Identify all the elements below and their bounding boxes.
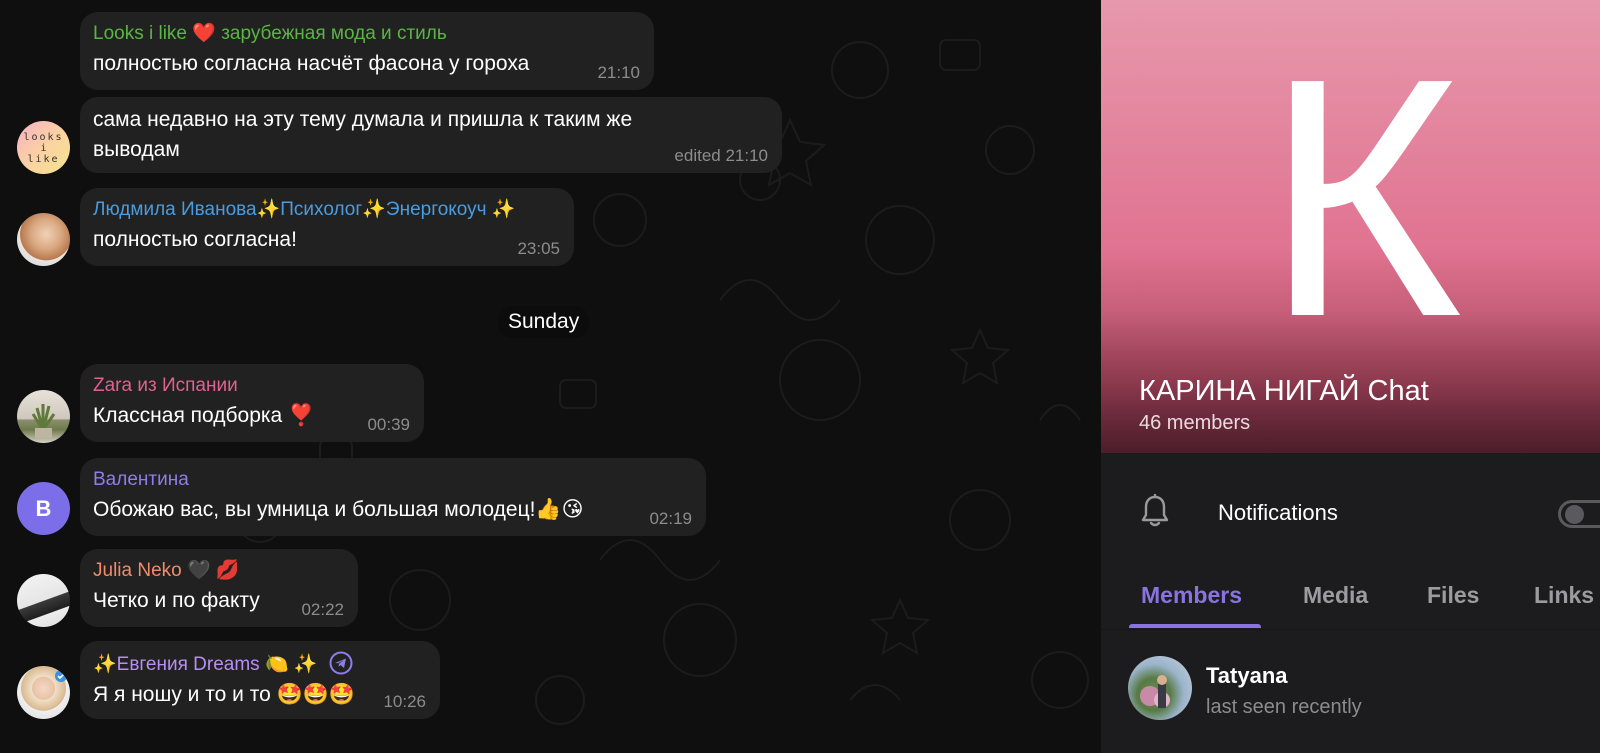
active-tab-indicator (1129, 624, 1261, 628)
message-bubble[interactable]: сама недавно на эту тему думала и пришла… (80, 97, 782, 173)
message-sender[interactable]: Zara из Испании (93, 374, 412, 397)
plant-icon (31, 404, 56, 438)
message-sender[interactable]: Валентина (93, 468, 694, 491)
member-row[interactable]: Tatyana last seen recently (1101, 636, 1600, 722)
message-text: полностью согласна! (93, 228, 297, 251)
message-sender[interactable]: Looks i like ❤️ зарубежная мода и стиль (93, 22, 642, 45)
members-list: Tatyana last seen recently (1101, 636, 1600, 722)
looks-logo-icon: looks i like (23, 132, 63, 165)
info-tabs: Members Media Files Links (1101, 570, 1600, 630)
members-count: 46 members (1139, 412, 1251, 434)
telegram-premium-icon (329, 651, 353, 675)
message-text: Классная подборка ❣️ (93, 404, 315, 427)
chat-info-panel: К КАРИНА НИГАЙ Chat 46 members Notificat… (1100, 0, 1600, 753)
svg-text:like: like (27, 154, 59, 165)
message-sender[interactable]: Julia Neko 🖤 💋 (93, 559, 346, 582)
message-bubble[interactable]: Looks i like ❤️ зарубежная мода и стиль … (80, 12, 654, 90)
tab-links[interactable]: Links (1534, 582, 1594, 609)
toggle-knob (1565, 505, 1584, 524)
bell-icon (1141, 494, 1169, 527)
sender-name[interactable]: ✨Евгения Dreams 🍋 ✨ (93, 654, 318, 675)
message-text: Обожаю вас, вы умница и большая молодец!… (93, 498, 584, 521)
day-divider: Sunday (498, 306, 590, 338)
message-bubble[interactable]: Zara из Испании Классная подборка ❣️ 00:… (80, 364, 424, 442)
telegram-window: Looks i like ❤️ зарубежная мода и стиль … (0, 0, 1600, 753)
message-time: 02:19 (649, 509, 692, 528)
group-avatar-hero[interactable]: К КАРИНА НИГАЙ Chat 46 members (1101, 0, 1600, 453)
tab-media[interactable]: Media (1303, 582, 1368, 609)
tab-files[interactable]: Files (1427, 582, 1479, 609)
avatar-valentina[interactable]: В (17, 482, 70, 535)
message-time: 00:39 (367, 415, 410, 434)
avatar-letter: В (35, 495, 52, 521)
avatar-evgenia[interactable] (17, 666, 70, 719)
message-text: сама недавно на эту тему думала и пришла… (93, 108, 633, 161)
message-time: 21:10 (597, 63, 640, 82)
message-text: полностью согласна насчёт фасона у горох… (93, 52, 530, 75)
message-time: edited 21:10 (674, 146, 768, 165)
avatar-looks-i-like[interactable]: looks i like (17, 121, 70, 174)
tab-members[interactable]: Members (1141, 582, 1242, 609)
notifications-row[interactable]: Notifications (1101, 488, 1600, 538)
message-bubble[interactable]: Людмила Иванова✨Психолог✨Энергокоуч ✨ по… (80, 188, 574, 266)
notifications-label: Notifications (1218, 500, 1338, 525)
member-status: last seen recently (1206, 696, 1362, 718)
member-photo (1140, 675, 1170, 708)
message-bubble[interactable]: ✨Евгения Dreams 🍋 ✨ Я я ношу и то и то 🤩… (80, 641, 440, 719)
message-text: Я я ношу и то и то 🤩🤩🤩 (93, 683, 356, 706)
avatar-julia[interactable] (17, 574, 70, 627)
svg-text:looks: looks (23, 132, 63, 143)
message-sender[interactable]: Людмила Иванова✨Психолог✨Энергокоуч ✨ (93, 198, 562, 221)
message-bubble[interactable]: Julia Neko 🖤 💋 Четко и по факту 02:22 (80, 549, 358, 627)
svg-text:i: i (40, 143, 46, 154)
message-time: 02:22 (301, 600, 344, 619)
group-title: КАРИНА НИГАЙ Chat (1139, 375, 1429, 407)
avatar-lyudmila[interactable] (17, 213, 70, 266)
message-bubble[interactable]: Валентина Обожаю вас, вы умница и больша… (80, 458, 706, 536)
avatar-zara[interactable] (17, 390, 70, 443)
message-time: 23:05 (517, 239, 560, 258)
member-name: Tatyana (1206, 663, 1288, 688)
notifications-toggle[interactable] (1558, 500, 1600, 528)
verified-badge-icon (55, 670, 67, 682)
member-avatar[interactable] (1128, 656, 1192, 720)
message-time: 10:26 (383, 692, 426, 711)
message-sender[interactable]: ✨Евгения Dreams 🍋 ✨ (93, 651, 428, 676)
chat-area: Looks i like ❤️ зарубежная мода и стиль … (0, 0, 1100, 753)
